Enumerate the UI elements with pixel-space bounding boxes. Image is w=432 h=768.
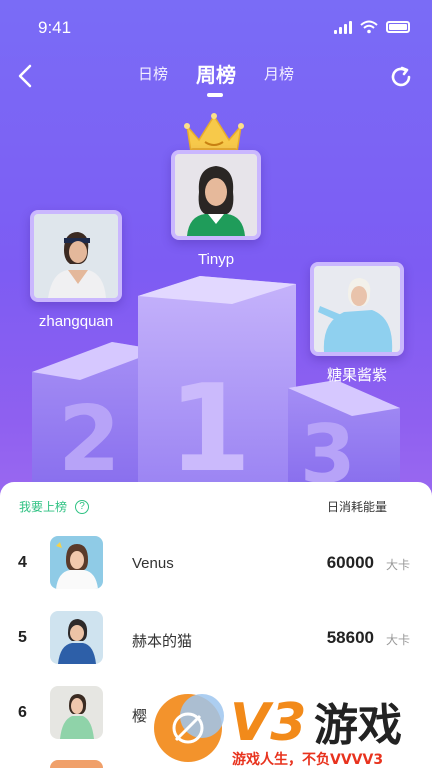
svg-text:1: 1	[168, 360, 252, 499]
user-avatar[interactable]	[50, 611, 103, 664]
svg-text:2: 2	[58, 387, 121, 492]
rank-number: 6	[18, 704, 27, 721]
user-avatar-photo	[50, 686, 103, 739]
svg-text:V3: V3	[230, 693, 306, 753]
first-place-photo	[175, 154, 257, 236]
battery-icon	[386, 21, 410, 33]
third-place-avatar[interactable]	[310, 262, 404, 356]
first-place-avatar[interactable]	[171, 150, 261, 240]
join-ranking-label: 我要上榜	[19, 500, 68, 514]
ranking-list-header: 我要上榜 ? 日消耗能量	[0, 482, 432, 528]
user-avatar-photo	[50, 536, 103, 589]
help-icon[interactable]: ?	[75, 499, 90, 514]
user-name: 樱	[132, 708, 148, 725]
refresh-icon[interactable]	[388, 64, 414, 90]
watermark-slogan: 游戏人生，不负VVVV3	[232, 751, 383, 768]
user-avatar[interactable]	[50, 760, 103, 768]
user-avatar[interactable]	[50, 686, 103, 739]
second-place-name: zhangquan	[38, 313, 114, 330]
user-avatar-photo	[50, 611, 103, 664]
period-tabs: 日榜 周榜 月榜	[0, 56, 432, 90]
header: 日榜 周榜 月榜	[0, 56, 432, 97]
energy-score: 60000	[326, 553, 374, 572]
third-place-photo	[314, 266, 400, 352]
rank-number: 4	[18, 554, 27, 571]
second-place-photo	[34, 214, 118, 298]
third-place-name: 糖果酱紫	[326, 367, 387, 384]
status-time: 9:41	[38, 18, 72, 37]
wifi-icon	[360, 20, 378, 34]
join-ranking-button[interactable]: 我要上榜 ?	[19, 498, 90, 515]
energy-unit: 大卡	[385, 558, 410, 572]
second-place-avatar[interactable]	[30, 210, 122, 302]
leaderboard-screen: 9:41 日榜 周榜 月榜 2 1 3 Tinyp zhangquan 糖果酱紫…	[0, 0, 432, 768]
ranking-row[interactable]: 4 Venus 60000 大卡	[0, 528, 432, 603]
ranking-row[interactable]: 5 赫本的猫 58600 大卡	[0, 603, 432, 678]
status-icons	[334, 20, 410, 34]
watermark-brand: 游戏	[314, 700, 402, 751]
cellular-signal-icon	[334, 20, 352, 34]
tab-daily[interactable]: 日榜	[138, 63, 168, 84]
user-name: 赫本的猫	[132, 633, 193, 650]
tab-monthly[interactable]: 月榜	[264, 63, 294, 84]
energy-unit: 大卡	[385, 633, 410, 647]
rank-number: 5	[18, 629, 27, 646]
tab-weekly[interactable]: 周榜	[196, 59, 236, 88]
site-watermark: V3 游戏 游戏人生，不负VVVV3	[146, 684, 432, 768]
first-place-name: Tinyp	[197, 251, 235, 268]
user-name: Venus	[132, 555, 174, 572]
user-avatar[interactable]	[50, 536, 103, 589]
active-tab-indicator	[207, 93, 223, 97]
v3-logo: V3 游戏 游戏人生，不负VVVV3	[154, 693, 402, 768]
status-bar: 9:41	[0, 14, 432, 42]
energy-score: 58600	[326, 628, 374, 647]
energy-column-header: 日消耗能量	[326, 500, 387, 514]
